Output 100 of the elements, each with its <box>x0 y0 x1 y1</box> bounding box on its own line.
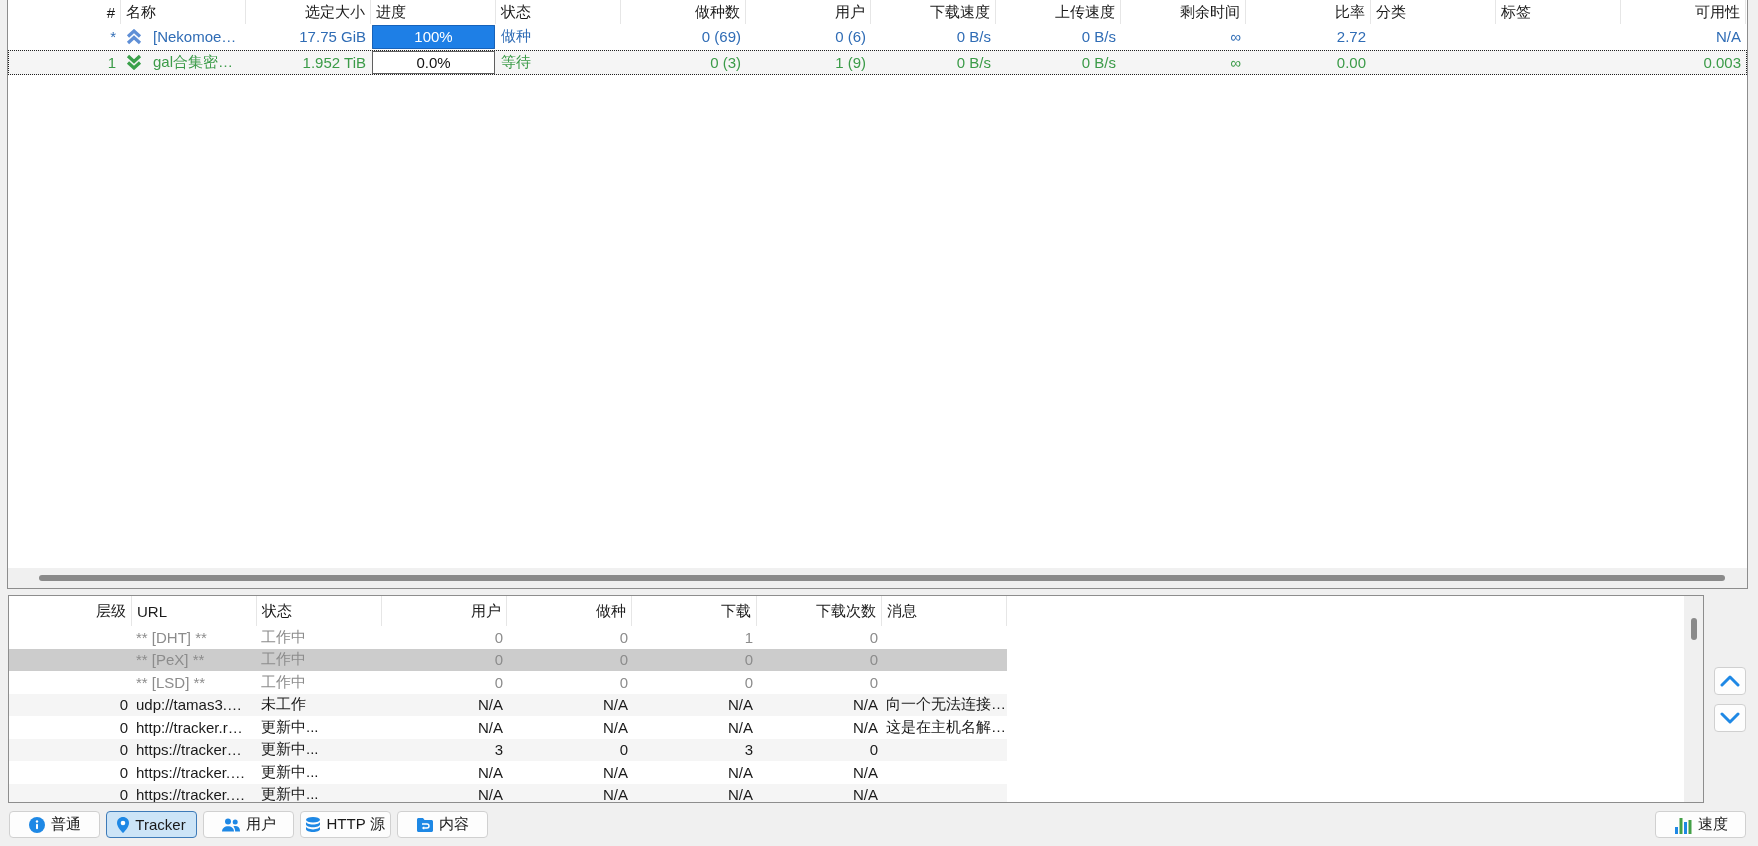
tab-button[interactable]: 内容 <box>397 811 488 838</box>
table-cell-text: 0 <box>868 627 879 648</box>
table-cell-text: 0 <box>118 740 129 761</box>
speed-button[interactable]: 速度 <box>1655 811 1746 838</box>
table-cell-text: 0 <box>618 650 629 671</box>
table-cell-text: 0 (3) <box>709 52 742 73</box>
tracker-row[interactable]: 0 udp://tamas3.… 未工作 N/A N/A N/A N/A 向一个无法连接… <box>9 693 1007 716</box>
table-cell-text: 更新中... <box>260 784 320 802</box>
folder-icon <box>416 817 433 832</box>
table-cell-text: 3 <box>493 740 504 761</box>
torrent-row[interactable]: 1 gal合集密… 1.952 TiB 0.0% 等待 0 (3) 1 (9) 0 B/s 0 B/s ∞ 0.00 0.003 <box>8 49 1747 75</box>
table-cell-text: 2.72 <box>1335 27 1367 48</box>
table-cell-text: ∞ <box>1229 27 1242 48</box>
table-cell-text: N/A <box>477 695 504 716</box>
table-cell-text: 0.00 <box>1335 52 1367 73</box>
move-down-button[interactable] <box>1714 703 1746 732</box>
table-cell-text: 0.003 <box>1702 52 1742 73</box>
table-cell-text: N/A <box>477 717 504 738</box>
table-cell-text: https://tracker.… <box>135 762 247 783</box>
table-cell-text: 3 <box>743 740 754 761</box>
table-cell-text: N/A <box>477 762 504 783</box>
table-cell-text: 更新中... <box>260 761 320 782</box>
table-cell-text: 0 <box>743 650 754 671</box>
table-cell-text: N/A <box>852 762 879 783</box>
table-cell-text: 1 <box>743 627 754 648</box>
table-cell-text: N/A <box>477 785 504 802</box>
table-cell-text: 更新中... <box>260 716 320 737</box>
table-cell-text: N/A <box>1715 27 1742 48</box>
table-cell-text: 0 <box>868 672 879 693</box>
table-cell-text: 更新中... <box>260 739 320 760</box>
table-cell-text: 0 <box>618 740 629 761</box>
tab-button[interactable]: 用户 <box>203 811 294 838</box>
table-cell-text: 0 B/s <box>955 27 992 48</box>
move-up-button[interactable] <box>1714 666 1746 695</box>
table-cell-text: 0 <box>618 672 629 693</box>
table-cell-text: 0 <box>118 695 129 716</box>
tab-button[interactable]: HTTP 源 <box>300 811 391 838</box>
table-cell-text: 0 <box>868 740 879 761</box>
table-cell-text: N/A <box>602 695 629 716</box>
table-cell-text: 1 (9) <box>834 52 867 73</box>
table-cell-text: N/A <box>602 717 629 738</box>
table-cell-text: 0 <box>118 717 129 738</box>
table-cell-text: ** [DHT] ** <box>135 627 208 648</box>
table-cell-text: ** [PeX] ** <box>135 650 206 671</box>
info-icon <box>28 816 45 833</box>
table-cell-text: ∞ <box>1229 52 1242 73</box>
double-chevron-up-icon <box>126 28 142 45</box>
table-cell-text: 1.952 TiB <box>301 52 367 73</box>
table-cell-text: 做种 <box>500 26 532 47</box>
table-cell-text: N/A <box>602 785 629 802</box>
table-cell-text: 0 <box>493 627 504 648</box>
table-cell-text: 0 <box>493 672 504 693</box>
tab-button[interactable]: Tracker <box>106 811 197 838</box>
table-cell-text: 工作中 <box>260 649 307 670</box>
table-cell-text: 0 <box>743 672 754 693</box>
scrollbar-thumb[interactable] <box>39 575 1725 581</box>
table-cell-text: N/A <box>727 717 754 738</box>
table-cell-text: 工作中 <box>260 671 307 692</box>
table-cell-text: N/A <box>852 717 879 738</box>
scrollbar-thumb[interactable] <box>1690 618 1697 640</box>
table-cell-text: udp://tamas3.… <box>135 695 243 716</box>
progress-text: 100% <box>414 28 453 46</box>
table-cell-text: N/A <box>602 762 629 783</box>
table-cell-text: 17.75 GiB <box>298 27 367 48</box>
double-chevron-down-icon <box>126 54 142 71</box>
table-cell-text: 向一个无法连接… <box>885 694 1007 715</box>
table-cell-text: 0 <box>868 650 879 671</box>
table-cell-text: 0 B/s <box>955 52 992 73</box>
bar-chart-icon <box>1673 815 1692 834</box>
progress-text: 0.0% <box>416 53 451 71</box>
tracker-row[interactable]: 0 https://tracker… 更新中... 3 0 3 0 <box>9 738 1007 761</box>
table-cell-text: 工作中 <box>260 626 307 647</box>
table-cell-text: N/A <box>852 695 879 716</box>
table-cell-text: 1 <box>106 52 117 73</box>
table-cell-text: ** [LSD] ** <box>135 672 207 693</box>
table-cell-text: 0 B/s <box>1080 52 1117 73</box>
table-cell-text: N/A <box>727 762 754 783</box>
torrent-name: gal合集密… <box>153 52 234 72</box>
tab-button[interactable]: 普通 <box>9 811 100 838</box>
table-cell-text: * <box>109 27 117 48</box>
table-cell-text: N/A <box>727 695 754 716</box>
table-cell-text: 0 B/s <box>1080 27 1117 48</box>
map-pin-icon <box>117 816 130 833</box>
table-cell-text: 0 (69) <box>700 27 742 48</box>
table-cell-text: 0 <box>118 785 129 802</box>
table-cell-text: 0 <box>493 650 504 671</box>
table-cell-text: 未工作 <box>260 694 307 715</box>
chevron-down-icon <box>1720 711 1740 724</box>
users-icon <box>221 817 240 832</box>
table-cell-text: 等待 <box>500 51 532 72</box>
table-cell-text: https://tracker… <box>135 740 243 761</box>
table-cell-text: 0 <box>118 762 129 783</box>
database-icon <box>306 816 321 833</box>
table-cell-text: http://tracker.r… <box>135 717 244 738</box>
torrent-name: [Nekomoe… <box>153 28 237 46</box>
chevron-up-icon <box>1720 674 1740 687</box>
table-cell-text: 这是在主机名解… <box>885 716 1007 737</box>
table-cell-text: 0 (6) <box>834 27 867 48</box>
table-cell-text: N/A <box>852 785 879 802</box>
table-cell-text: 0 <box>618 627 629 648</box>
